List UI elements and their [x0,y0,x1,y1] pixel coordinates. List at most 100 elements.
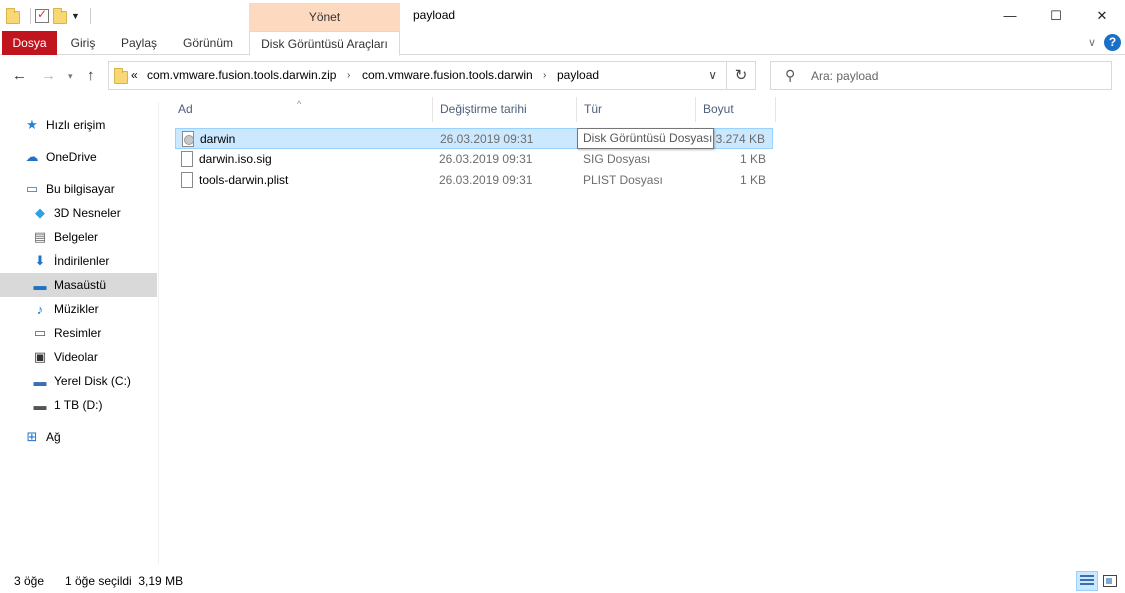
help-icon[interactable]: ? [1104,34,1121,51]
breadcrumb-zip[interactable]: com.vmware.fusion.tools.darwin.zip [147,68,336,82]
folder-icon [114,68,128,84]
large-icons-view-icon [1103,575,1117,587]
tab-view[interactable]: Görünüm [174,31,242,55]
minimize-button[interactable]: — [987,0,1033,31]
sort-ascending-icon: ^ [297,99,302,109]
large-icons-view-button[interactable] [1099,571,1121,591]
tab-home[interactable]: Giriş [60,31,106,55]
sidebar-item-quick-access[interactable]: ★ Hızlı erişim [0,113,157,137]
tab-disk-image-tools[interactable]: Disk Görüntüsü Araçları [249,31,400,56]
column-header-type[interactable]: Tür [577,97,696,122]
drive-icon: ▬ [33,397,47,413]
up-arrow-icon[interactable]: ↑ [87,67,95,84]
window-controls: — ☐ ✕ [987,0,1125,31]
breadcrumb-separator-icon[interactable]: › [543,70,546,81]
selection-info: 1 öğe seçildi 3,19 MB [65,574,184,588]
search-box[interactable]: ⚲ Ara: payload [770,61,1112,90]
address-bar[interactable]: « com.vmware.fusion.tools.darwin.zip › c… [108,61,756,90]
sidebar-item-music[interactable]: ♪ Müzikler [0,297,157,321]
tab-share[interactable]: Paylaş [112,31,166,55]
item-count: 3 öğe [14,574,45,588]
file-icon [181,172,193,188]
ribbon-controls: ∨ ? [1088,34,1121,51]
sidebar-item-label: Masaüstü [54,278,107,292]
ribbon-tabs: Dosya Giriş Paylaş Görünüm Disk Görüntüs… [0,31,1125,56]
search-input[interactable]: Ara: payload [811,69,878,83]
toolbar-divider [89,8,91,24]
sidebar-item-network[interactable]: ⊞ Ağ [0,425,157,449]
sidebar-item-label: Yerel Disk (C:) [54,374,131,388]
sidebar-item-local-disk-c[interactable]: ▬ Yerel Disk (C:) [0,369,157,393]
refresh-icon[interactable]: ↻ [726,62,755,89]
music-icon: ♪ [36,301,44,317]
file-size: 1 KB [739,152,766,166]
file-icon [181,151,193,167]
table-row[interactable]: darwin.iso.sig 26.03.2019 09:31 SIG Dosy… [175,149,773,170]
details-view-icon [1080,575,1094,587]
desktop-icon: ▬ [33,277,47,293]
sidebar-item-downloads[interactable]: ⬇ İndirilenler [0,249,157,273]
sidebar-item-label: 3D Nesneler [54,206,121,220]
address-dropdown-icon[interactable]: ∨ [708,68,717,82]
download-icon: ⬇ [34,253,46,268]
maximize-button[interactable]: ☐ [1033,0,1079,31]
breadcrumb-separator-icon[interactable]: › [347,70,350,81]
breadcrumb-payload[interactable]: payload [557,68,599,82]
close-button[interactable]: ✕ [1079,0,1125,31]
recent-locations-icon[interactable]: ▾ [68,71,73,82]
folder-icon [6,7,20,24]
tab-file[interactable]: Dosya [2,31,57,55]
properties-icon[interactable] [35,7,49,23]
forward-arrow-icon[interactable]: → [41,67,56,84]
tab-manage[interactable]: Yönet [249,3,400,31]
navigation-bar: ← → ▾ ↑ « com.vmware.fusion.tools.darwin… [0,55,1125,95]
sidebar-item-label: Resimler [54,326,102,340]
sidebar-item-this-pc[interactable]: ▭ Bu bilgisayar [0,177,157,201]
sidebar-item-pictures[interactable]: ▭ Resimler [0,321,157,345]
column-header-date[interactable]: Değiştirme tarihi [433,97,577,122]
video-icon: ▣ [33,349,47,364]
sidebar-item-drive-d[interactable]: ▬ 1 TB (D:) [0,393,157,417]
file-name: darwin [200,132,236,146]
sidebar-item-label: İndirilenler [54,254,110,268]
network-icon: ⊞ [26,429,38,444]
breadcrumb-darwin[interactable]: com.vmware.fusion.tools.darwin [362,68,533,82]
file-name: darwin.iso.sig [199,152,272,166]
sidebar-item-label: Müzikler [54,302,99,316]
status-bar: 3 öğe 1 öğe seçildi 3,19 MB [0,568,1125,593]
disc-image-icon [182,131,194,147]
document-icon: ▤ [33,229,47,244]
file-type: PLIST Dosyası [583,173,663,187]
sidebar-item-3d-objects[interactable]: ◆ 3D Nesneler [0,201,157,225]
cloud-icon: ☁ [25,149,39,164]
customize-toolbar-icon[interactable]: ▼ [71,11,80,21]
sidebar-item-label: Bu bilgisayar [46,182,115,196]
sidebar-item-label: Videolar [54,350,98,364]
file-type: SIG Dosyası [583,152,651,166]
table-row[interactable]: tools-darwin.plist 26.03.2019 09:31 PLIS… [175,170,773,191]
breadcrumb-overflow[interactable]: « [131,68,138,82]
sidebar-item-label: 1 TB (D:) [54,398,103,412]
file-size: 1 KB [739,173,766,187]
sidebar-item-videos[interactable]: ▣ Videolar [0,345,157,369]
sidebar-item-label: OneDrive [46,150,97,164]
sidebar-item-label: Ağ [46,430,61,444]
file-name: tools-darwin.plist [199,173,289,187]
column-header-size[interactable]: Boyut [696,97,776,122]
sidebar-item-onedrive[interactable]: ☁ OneDrive [0,145,157,169]
expand-ribbon-icon[interactable]: ∨ [1088,36,1096,49]
details-view-button[interactable] [1076,571,1098,591]
file-list: ^ Ad Değiştirme tarihi Tür Boyut darwin … [171,97,1125,563]
sidebar-item-label: Hızlı erişim [46,118,106,132]
new-folder-icon[interactable] [53,7,67,24]
drive-icon: ▬ [33,373,47,389]
window-title: payload [413,8,456,22]
sidebar-item-desktop[interactable]: ▬ Masaüstü [0,273,157,297]
column-header-name[interactable]: ^ Ad [171,97,433,122]
file-date: 26.03.2019 09:31 [440,132,534,146]
file-date: 26.03.2019 09:31 [439,152,533,166]
back-arrow-icon[interactable]: ← [12,67,27,84]
title-bar: ▼ Yönet payload — ☐ ✕ [0,0,1125,31]
sidebar-item-label: Belgeler [54,230,99,244]
sidebar-item-documents[interactable]: ▤ Belgeler [0,225,157,249]
